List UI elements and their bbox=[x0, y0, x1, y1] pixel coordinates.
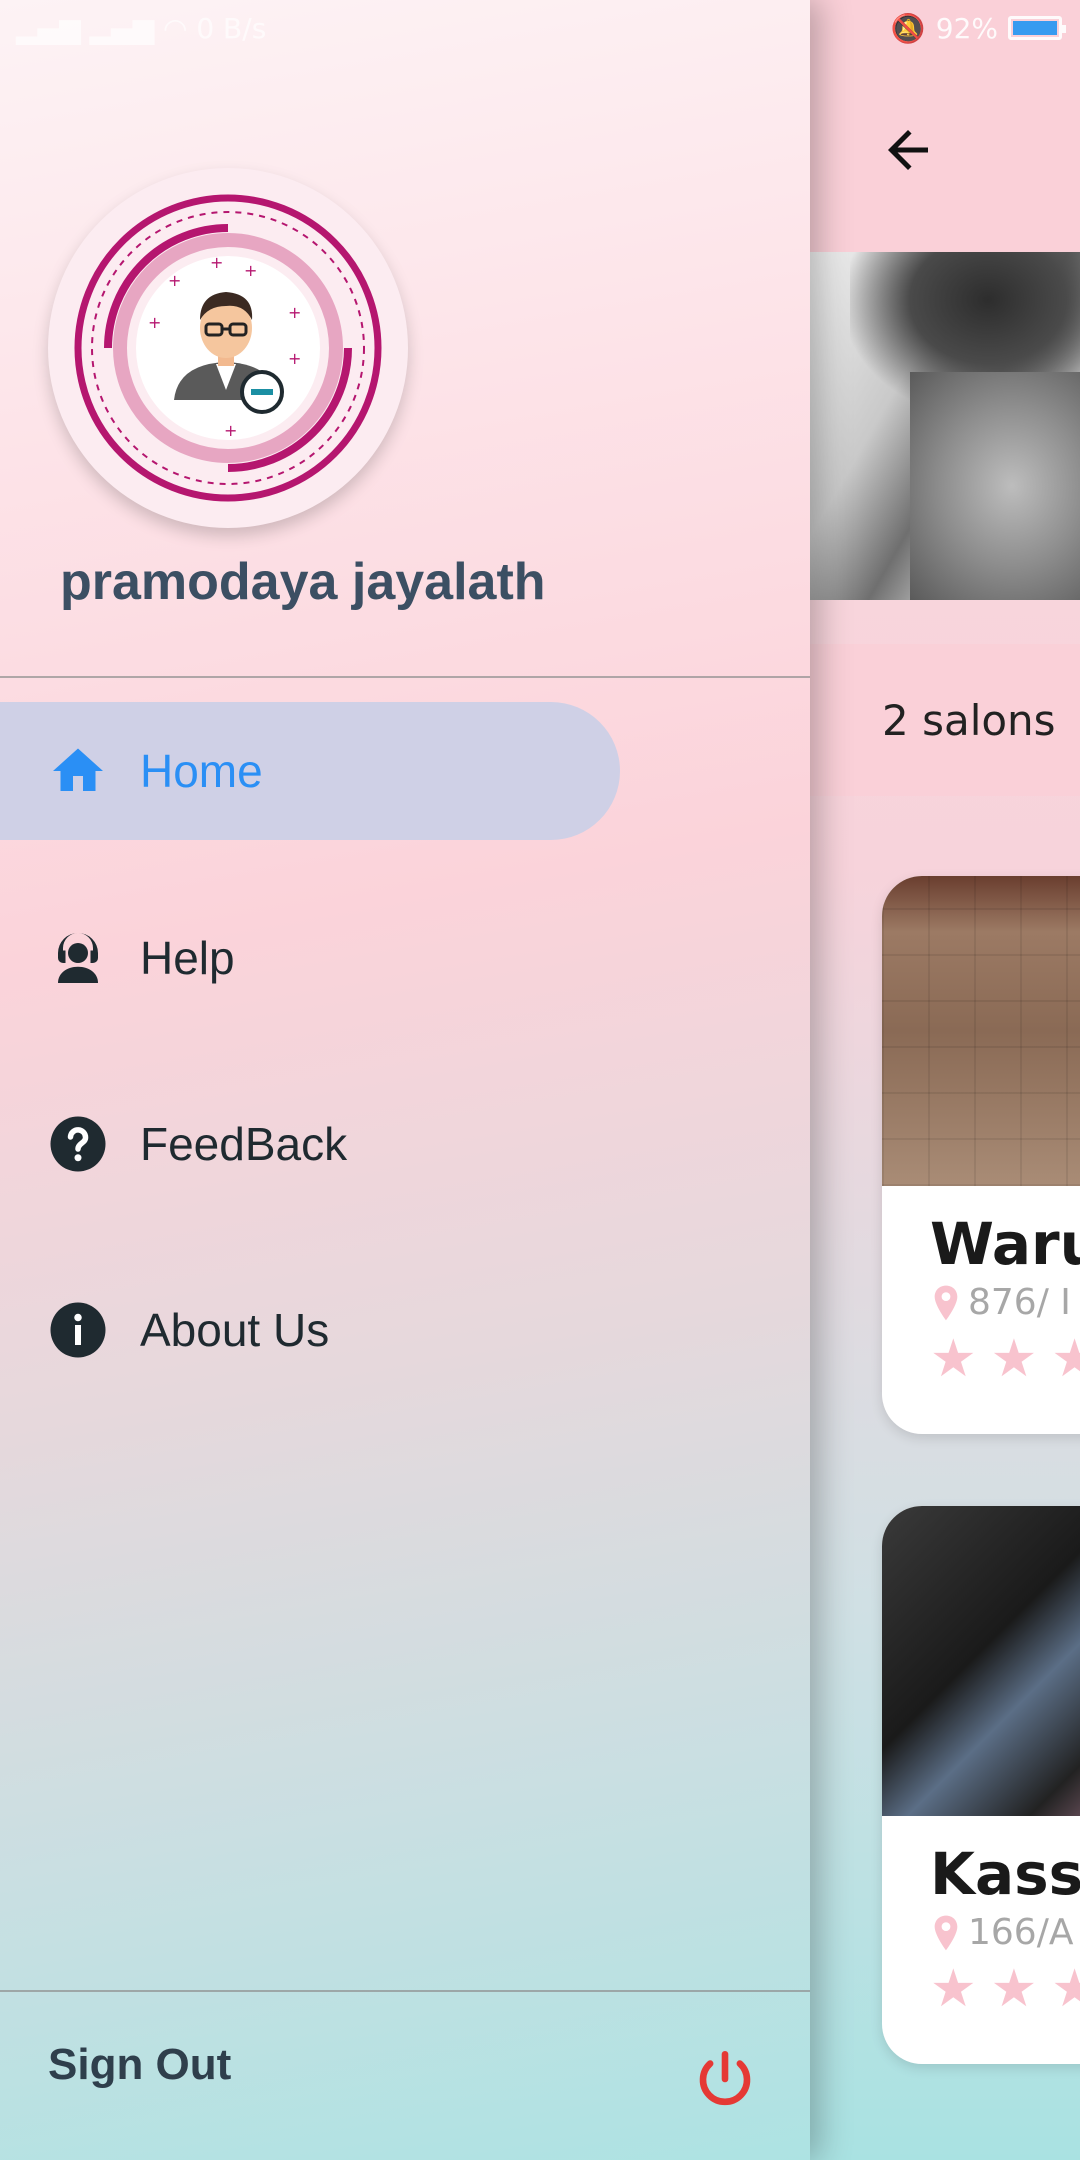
network-speed: 0 B/s bbox=[196, 12, 267, 45]
svg-text:+: + bbox=[224, 421, 237, 440]
rating-stars: ★ ★ ★ bbox=[930, 1333, 1080, 1385]
status-battery-text: 92% bbox=[935, 11, 998, 45]
salon-card[interactable]: Kass 166/A ★ ★ ★ bbox=[882, 1506, 1080, 2064]
status-bar-right: 🔕 92% bbox=[810, 0, 1080, 56]
svg-text:+: + bbox=[148, 313, 161, 332]
menu-item-label: Help bbox=[140, 932, 235, 984]
salon-address: 166/A bbox=[930, 1912, 1080, 1953]
signal-icon: ▂▄▆ ▂▄▆ bbox=[16, 12, 163, 45]
arrow-back-icon[interactable] bbox=[878, 120, 938, 180]
star-icon: ★ bbox=[930, 1330, 977, 1388]
divider bbox=[0, 676, 810, 678]
salon-photo bbox=[882, 876, 1080, 1186]
star-icon: ★ bbox=[1051, 1960, 1080, 2018]
salon-card[interactable]: Waru 876/ I ★ ★ ★ bbox=[882, 876, 1080, 1434]
salon-name: Waru bbox=[930, 1210, 1080, 1278]
home-icon bbox=[48, 741, 108, 801]
svg-text:+: + bbox=[288, 303, 301, 322]
location-pin-icon bbox=[934, 1285, 958, 1320]
power-icon[interactable] bbox=[692, 2046, 758, 2112]
menu-item-label: Home bbox=[140, 745, 263, 797]
info-icon bbox=[48, 1300, 108, 1360]
salon-address: 876/ I bbox=[930, 1282, 1080, 1323]
help-circle-icon bbox=[48, 1114, 108, 1174]
location-pin-icon bbox=[934, 1915, 958, 1950]
hero-image bbox=[810, 252, 1080, 600]
battery-icon bbox=[1008, 16, 1066, 40]
status-bar-left: ▂▄▆ ▂▄▆ ◠ 0 B/s bbox=[16, 12, 266, 45]
user-avatar-icon: + + + + + + + bbox=[74, 194, 382, 502]
svg-text:+: + bbox=[168, 271, 181, 290]
profile-avatar[interactable]: + + + + + + + bbox=[48, 168, 408, 528]
menu-item-help[interactable]: Help bbox=[0, 889, 620, 1027]
star-icon: ★ bbox=[990, 1330, 1038, 1388]
rating-stars: ★ ★ ★ bbox=[930, 1963, 1080, 2015]
divider bbox=[0, 1990, 810, 1992]
salon-name: Kass bbox=[930, 1840, 1080, 1908]
menu-item-about-us[interactable]: About Us bbox=[0, 1261, 620, 1399]
star-icon: ★ bbox=[990, 1960, 1038, 2018]
menu-item-feedback[interactable]: FeedBack bbox=[0, 1075, 620, 1213]
salon-photo bbox=[882, 1506, 1080, 1816]
menu-item-home[interactable]: Home bbox=[0, 702, 620, 840]
navigation-drawer: ▂▄▆ ▂▄▆ ◠ 0 B/s + + + + + + + pramodaya … bbox=[0, 0, 810, 2160]
salon-address-text: 876/ I bbox=[968, 1282, 1071, 1323]
svg-text:+: + bbox=[210, 253, 223, 272]
svg-text:+: + bbox=[244, 261, 257, 280]
sign-out-button[interactable]: Sign Out bbox=[48, 2040, 231, 2090]
menu-item-label: FeedBack bbox=[140, 1118, 348, 1170]
svg-text:+: + bbox=[288, 349, 301, 368]
support-agent-icon bbox=[48, 928, 108, 988]
star-icon: ★ bbox=[930, 1960, 977, 2018]
bell-off-icon: 🔕 bbox=[890, 11, 926, 45]
wifi-icon: ◠ bbox=[163, 12, 197, 45]
salon-address-text: 166/A bbox=[968, 1912, 1074, 1953]
profile-name: pramodaya jayalath bbox=[60, 553, 546, 611]
salon-count: 2 salons bbox=[810, 644, 1080, 796]
star-icon: ★ bbox=[1051, 1330, 1080, 1388]
menu-item-label: About Us bbox=[140, 1304, 330, 1356]
